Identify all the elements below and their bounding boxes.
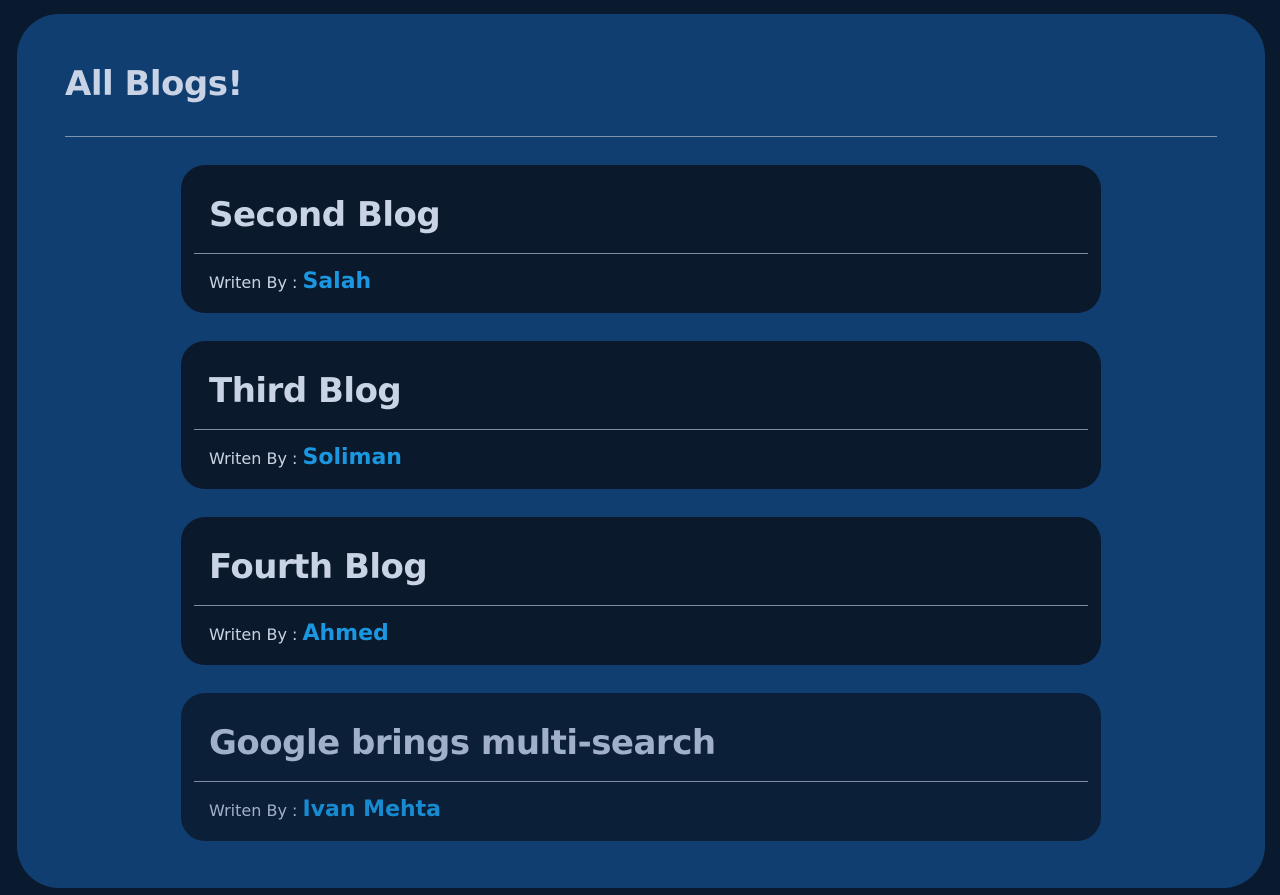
author-name[interactable]: Ivan Mehta [302,797,441,822]
byline-label: Writen By : [209,449,298,468]
blog-card[interactable]: Fourth Blog Writen By : Ahmed [181,517,1101,665]
byline-label: Writen By : [209,801,298,820]
blog-title[interactable]: Google brings multi-search [209,723,716,763]
blog-card[interactable]: Google brings multi-search Writen By : I… [181,693,1101,841]
blog-list: Second Blog Writen By : Salah Third Blog… [181,165,1101,869]
card-divider [194,429,1088,430]
card-divider [194,253,1088,254]
byline: Writen By : Ahmed [209,621,389,646]
page-title: All Blogs! [65,64,243,104]
byline-label: Writen By : [209,625,298,644]
title-divider [65,136,1217,137]
byline: Writen By : Salah [209,269,371,294]
author-name[interactable]: Salah [302,269,371,294]
blog-title[interactable]: Second Blog [209,195,441,235]
blogs-panel: All Blogs! Second Blog Writen By : Salah… [17,14,1265,888]
blog-card[interactable]: Third Blog Writen By : Soliman [181,341,1101,489]
blog-card[interactable]: Second Blog Writen By : Salah [181,165,1101,313]
blog-title[interactable]: Fourth Blog [209,547,428,587]
byline-label: Writen By : [209,273,298,292]
card-divider [194,781,1088,782]
author-name[interactable]: Ahmed [302,621,388,646]
blog-title[interactable]: Third Blog [209,371,402,411]
card-divider [194,605,1088,606]
byline: Writen By : Ivan Mehta [209,797,441,822]
author-name[interactable]: Soliman [302,445,401,470]
byline: Writen By : Soliman [209,445,402,470]
